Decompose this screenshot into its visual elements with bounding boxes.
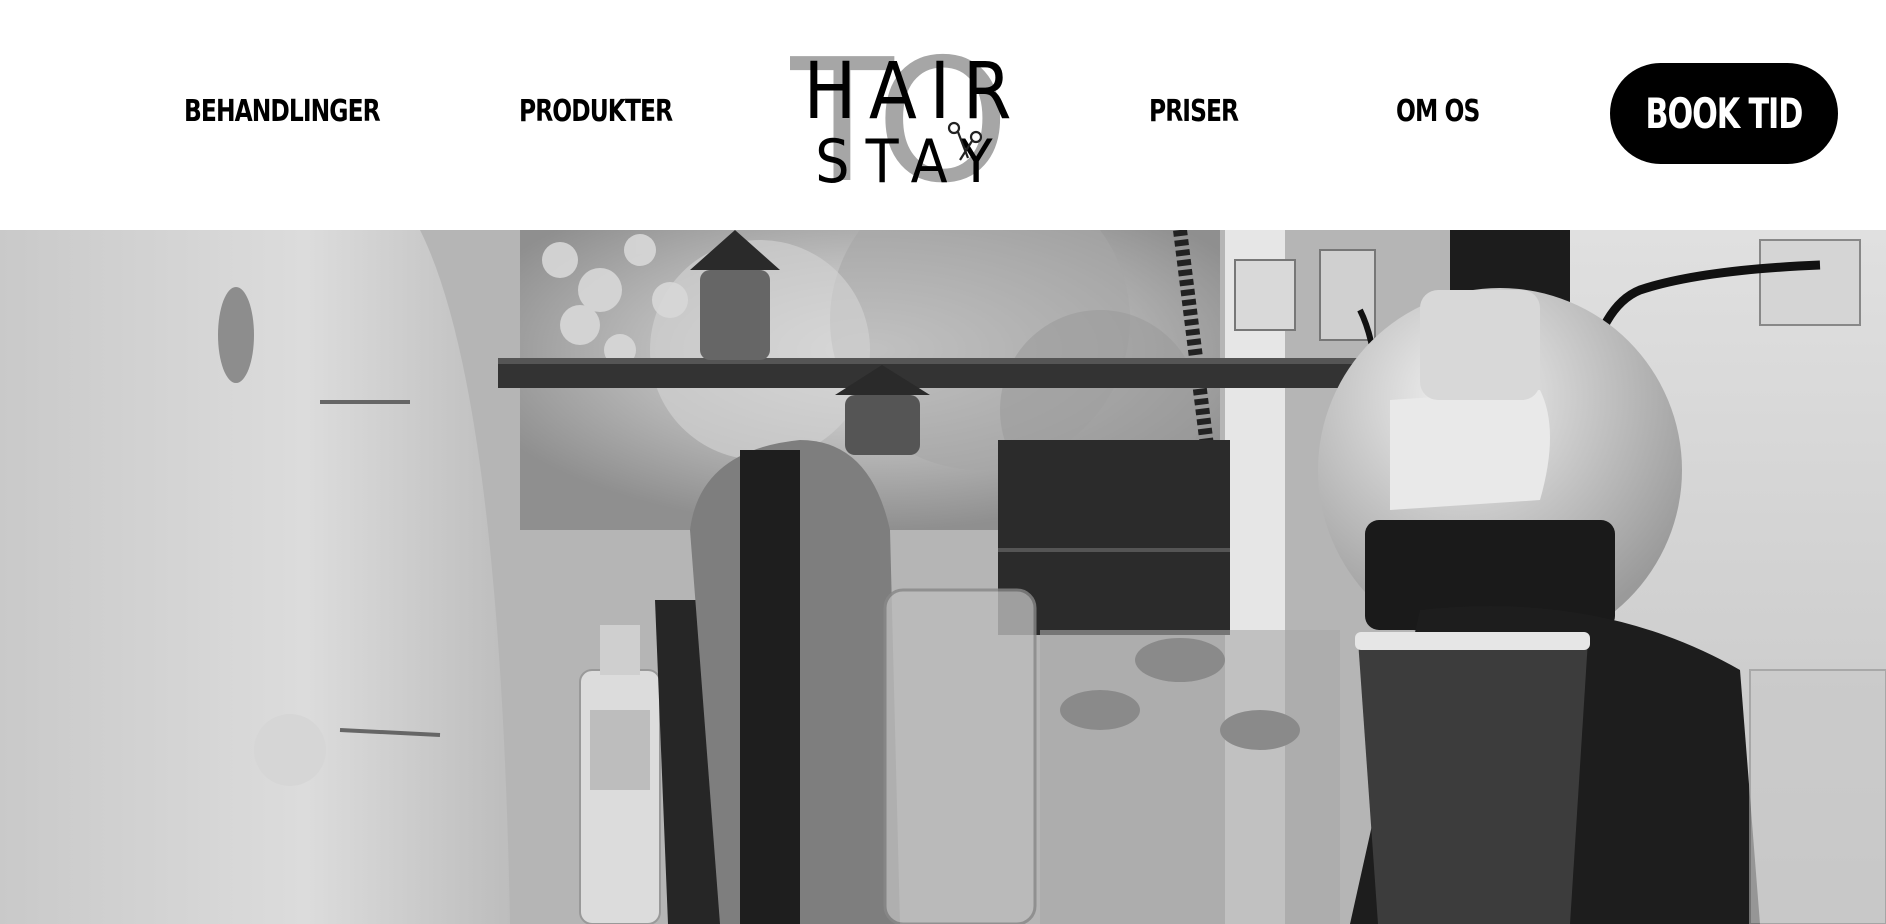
logo-graphic: TO HAIR STAY <box>790 40 1010 190</box>
site-logo[interactable]: TO HAIR STAY <box>790 40 1010 190</box>
nav-link-priser[interactable]: PRISER <box>1149 90 1239 134</box>
nav-link-behandlinger[interactable]: BEHANDLINGER <box>184 90 381 134</box>
site-header: BEHANDLINGER PRODUKTER TO HAIR STAY PRIS… <box>0 0 1886 230</box>
logo-line1: HAIR <box>804 47 1011 137</box>
salon-photo <box>0 230 1886 924</box>
nav-link-om-os[interactable]: OM OS <box>1396 90 1480 134</box>
hero-image <box>0 230 1886 924</box>
logo-line2: STAY <box>815 127 1009 190</box>
book-tid-label: BOOK TID <box>1645 89 1804 138</box>
nav-link-produkter[interactable]: PRODUKTER <box>519 90 673 134</box>
book-tid-button[interactable]: BOOK TID <box>1610 63 1838 164</box>
